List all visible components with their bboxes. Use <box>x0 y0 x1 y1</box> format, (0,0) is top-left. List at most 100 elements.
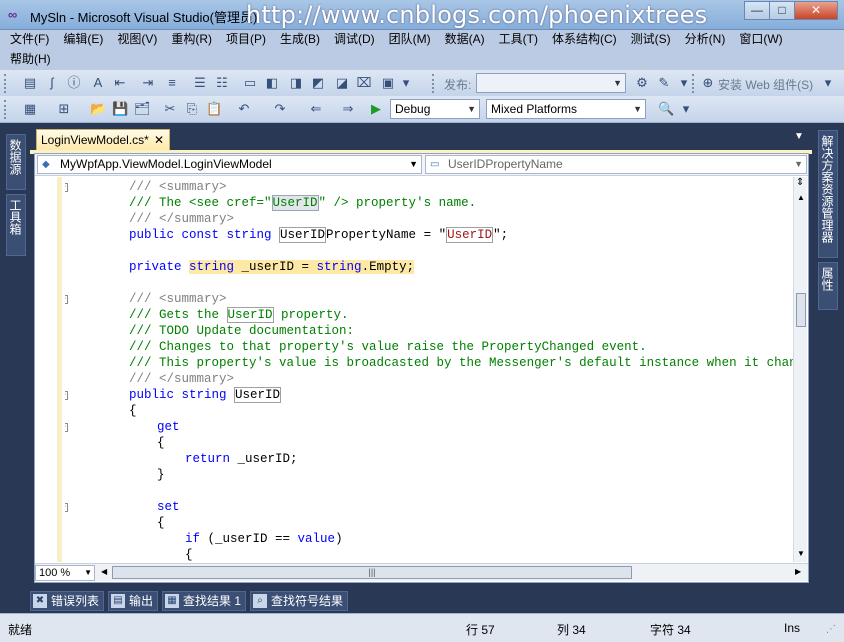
scroll-down-icon[interactable]: ▼ <box>797 549 805 558</box>
bookmark-previous-icon[interactable]: ◧ <box>264 75 280 91</box>
toolbar-options-icon[interactable]: ▾ <box>678 101 694 117</box>
document-tab-loginviewmodel[interactable]: LoginViewModel.cs* ✕ <box>36 129 170 150</box>
menu-refactor[interactable]: 重构(R) <box>171 30 212 49</box>
bookmark-next-icon[interactable]: ◨ <box>288 75 304 91</box>
toolbar-options-icon[interactable]: ▾ <box>676 75 692 91</box>
solution-configuration-combo[interactable]: Debug ▼ <box>390 99 480 119</box>
navigate-forward-icon[interactable]: ⇒ <box>340 101 356 117</box>
bookmark-clear-icon[interactable]: ⌧ <box>356 75 372 91</box>
bookmark-folder-previous-icon[interactable]: ◩ <box>310 75 326 91</box>
comment-lines-icon[interactable]: ☰ <box>192 75 208 91</box>
bookmark-folder-next-icon[interactable]: ◪ <box>334 75 350 91</box>
cut-icon[interactable]: ✂ <box>162 101 178 117</box>
find-results-icon: ▦ <box>165 594 180 608</box>
minimize-button[interactable]: — <box>744 1 770 20</box>
paste-icon[interactable]: 📋 <box>206 101 222 117</box>
menu-tools[interactable]: 工具(T) <box>499 30 538 49</box>
toolbar-grip[interactable] <box>4 74 8 93</box>
publish-combo[interactable]: ▼ <box>476 73 626 93</box>
toolbar-grip[interactable] <box>692 74 696 93</box>
indent-lines-icon[interactable]: ≡ <box>164 75 180 91</box>
tab-find-symbol-results[interactable]: ⌕ 查找符号结果 <box>250 591 349 611</box>
redo-icon[interactable]: ↷ <box>272 101 288 117</box>
toolbar-grip[interactable] <box>4 100 8 119</box>
code-token: " /> property's name. <box>318 196 477 210</box>
code-token: "; <box>493 228 509 242</box>
close-tab-icon[interactable]: ✕ <box>154 130 164 150</box>
menu-team[interactable]: 团队(M) <box>389 30 431 49</box>
menu-project[interactable]: 项目(P) <box>226 30 266 49</box>
tab-data-sources[interactable]: 数据源 <box>6 134 26 190</box>
bookmark-window-icon[interactable]: ▣ <box>380 75 396 91</box>
menu-data[interactable]: 数据(A) <box>445 30 485 49</box>
collapse-icon[interactable]: − <box>65 423 68 432</box>
code-line: public string UserID <box>129 387 282 403</box>
collapse-icon[interactable]: − <box>65 295 68 304</box>
tab-error-list[interactable]: ✖ 错误列表 <box>30 591 105 611</box>
menu-build[interactable]: 生成(B) <box>280 30 320 49</box>
tab-label: 错误列表 <box>51 594 100 608</box>
toolbar-options-icon[interactable]: ▾ <box>398 75 414 91</box>
code-area[interactable]: − /// <summary> /// The <see cref="UserI… <box>65 179 798 562</box>
uncomment-lines-icon[interactable]: ☷ <box>214 75 230 91</box>
horizontal-scroll-thumb[interactable]: ||| <box>112 566 632 579</box>
menu-test[interactable]: 测试(S) <box>631 30 671 49</box>
resize-grip-icon[interactable]: ⋰ <box>826 624 836 635</box>
save-all-icon[interactable]: 🗂 <box>134 101 151 117</box>
menu-analyze[interactable]: 分析(N) <box>685 30 726 49</box>
new-project-icon[interactable]: ▦ <box>22 101 38 117</box>
word-completion-icon[interactable]: A <box>90 75 106 91</box>
open-file-icon[interactable]: 📂 <box>90 101 106 117</box>
code-token: .Empty; <box>361 260 415 274</box>
type-selector[interactable]: ◆ MyWpfApp.ViewModel.LoginViewModel ▼ <box>37 155 422 174</box>
save-icon[interactable]: 💾 <box>112 101 128 117</box>
split-handle-icon[interactable]: ⇕ <box>796 177 804 188</box>
display-object-member-list-icon[interactable]: ▤ <box>22 75 38 91</box>
publish-edit-icon[interactable]: ✎ <box>656 75 672 91</box>
vertical-scrollbar[interactable]: ⇕ ▲ ▼ <box>793 177 807 562</box>
class-icon: ◆ <box>42 159 50 170</box>
tab-solution-explorer[interactable]: 解决方案资源管理器 <box>818 130 838 258</box>
tab-overflow-chevron-icon[interactable]: ▼ <box>794 131 804 142</box>
menu-edit[interactable]: 编辑(E) <box>63 30 103 49</box>
undo-icon[interactable]: ↶ <box>236 101 252 117</box>
collapse-icon[interactable]: − <box>65 391 68 400</box>
collapse-icon[interactable]: − <box>65 503 68 512</box>
install-web-component-label[interactable]: 安装 Web 组件(S) <box>718 76 813 93</box>
tab-find-results-1[interactable]: ▦ 查找结果 1 <box>162 591 247 611</box>
menu-help[interactable]: 帮助(H) <box>10 50 51 69</box>
member-selector[interactable]: ▭ UserIDPropertyName ▼ <box>425 155 807 174</box>
increase-indent-icon[interactable]: ⇥ <box>140 75 156 91</box>
bookmark-toggle-icon[interactable]: ▭ <box>242 75 258 91</box>
tab-output[interactable]: ▤ 输出 <box>108 591 159 611</box>
copy-icon[interactable]: ⎘ <box>184 101 200 117</box>
scroll-left-icon[interactable]: ◀ <box>101 567 107 576</box>
tab-toolbox[interactable]: 工具箱 <box>6 194 26 256</box>
menu-architecture[interactable]: 体系结构(C) <box>552 30 617 49</box>
code-line: /// </summary> <box>129 212 235 226</box>
menu-file[interactable]: 文件(F) <box>10 30 49 49</box>
toolbar-options-icon[interactable]: ▾ <box>820 75 836 91</box>
maximize-button[interactable]: □ <box>769 1 795 20</box>
install-web-component-icon[interactable]: ⊕ <box>700 75 716 91</box>
close-button[interactable]: ✕ <box>794 1 838 20</box>
scroll-up-icon[interactable]: ▲ <box>797 193 805 202</box>
find-in-files-icon[interactable]: 🔍 <box>658 101 674 117</box>
toolbar-grip[interactable] <box>432 74 436 93</box>
start-debugging-icon[interactable]: ▶ <box>368 101 384 117</box>
parameter-info-icon[interactable]: ʃ <box>44 75 60 91</box>
publish-settings-icon[interactable]: ⚙ <box>634 75 650 91</box>
menu-view[interactable]: 视图(V) <box>117 30 157 49</box>
collapse-icon[interactable]: − <box>65 183 68 192</box>
add-item-icon[interactable]: ⊞ <box>56 101 72 117</box>
vertical-scroll-thumb[interactable] <box>796 293 806 327</box>
menu-debug[interactable]: 调试(D) <box>334 30 375 49</box>
menu-window[interactable]: 窗口(W) <box>739 30 782 49</box>
quick-info-icon[interactable]: ⓘ <box>66 75 82 91</box>
decrease-indent-icon[interactable]: ⇤ <box>112 75 128 91</box>
zoom-combo[interactable]: 100 % ▼ <box>35 565 95 581</box>
tab-properties[interactable]: 属性 <box>818 262 838 310</box>
navigate-backward-icon[interactable]: ⇐ <box>308 101 324 117</box>
solution-platform-combo[interactable]: Mixed Platforms ▼ <box>486 99 646 119</box>
scroll-right-icon[interactable]: ▶ <box>795 567 801 576</box>
